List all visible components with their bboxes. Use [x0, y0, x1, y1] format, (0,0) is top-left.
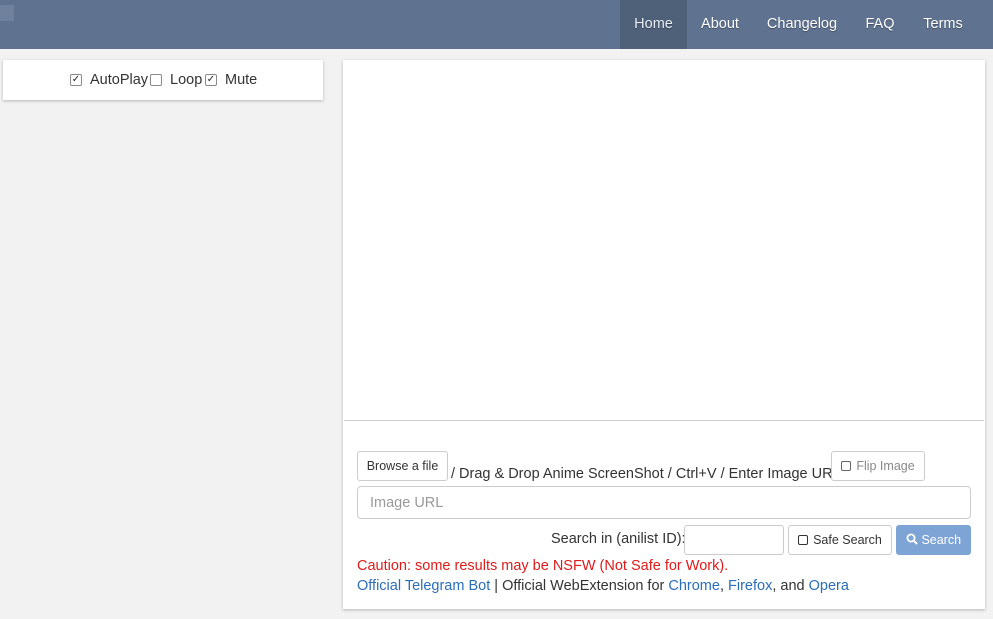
autoplay-label: AutoPlay	[90, 72, 149, 88]
browse-file-button[interactable]: Browse a file	[357, 451, 448, 481]
search-panel: Browse a file / Drag & Drop Anime Screen…	[343, 60, 985, 609]
telegram-bot-link[interactable]: Official Telegram Bot	[357, 578, 490, 594]
anilist-id-input[interactable]	[684, 525, 784, 555]
chrome-link[interactable]: Chrome	[668, 578, 720, 594]
nav-changelog[interactable]: Changelog	[760, 0, 844, 49]
upload-hint: / Drag & Drop Anime ScreenShot / Ctrl+V …	[451, 466, 841, 482]
image-drop-area[interactable]	[344, 61, 984, 421]
top-navbar: Home About Changelog FAQ Terms	[0, 0, 993, 49]
nav-terms[interactable]: Terms	[915, 0, 971, 49]
nav-home[interactable]: Home	[620, 0, 687, 49]
search-button[interactable]: Search	[896, 525, 971, 555]
flip-checkbox-icon	[841, 461, 852, 471]
safe-search-checkbox-icon	[798, 535, 809, 545]
webextension-text: Official WebExtension for	[502, 578, 669, 594]
search-button-label: Search	[921, 533, 962, 547]
nsfw-caution: Caution: some results may be NSFW (Not S…	[357, 558, 729, 574]
mute-label: Mute	[225, 72, 258, 88]
flip-image-button[interactable]: Flip Image	[831, 451, 925, 481]
loop-checkbox[interactable]	[150, 74, 162, 86]
nav-faq[interactable]: FAQ	[856, 0, 904, 49]
search-icon	[906, 533, 918, 545]
mute-checkbox[interactable]: ✓	[205, 74, 217, 86]
safe-search-button[interactable]: Safe Search	[788, 525, 892, 555]
flip-image-label: Flip Image	[856, 459, 915, 473]
firefox-link[interactable]: Firefox	[728, 578, 772, 594]
image-url-input[interactable]	[357, 486, 971, 519]
safe-search-label: Safe Search	[813, 533, 882, 547]
anilist-label: Search in (anilist ID):	[551, 531, 686, 547]
nav-about[interactable]: About	[690, 0, 750, 49]
comma-separator: ,	[719, 578, 729, 594]
official-links: Official Telegram Bot | Official WebExte…	[357, 577, 849, 595]
brand-corner	[0, 5, 14, 21]
player-options-panel: ✓ AutoPlay Loop ✓ Mute	[3, 60, 323, 100]
opera-link[interactable]: Opera	[809, 578, 849, 594]
loop-label: Loop	[170, 72, 203, 88]
and-separator: , and	[772, 578, 809, 594]
links-separator: |	[490, 578, 503, 594]
autoplay-checkbox[interactable]: ✓	[70, 74, 82, 86]
